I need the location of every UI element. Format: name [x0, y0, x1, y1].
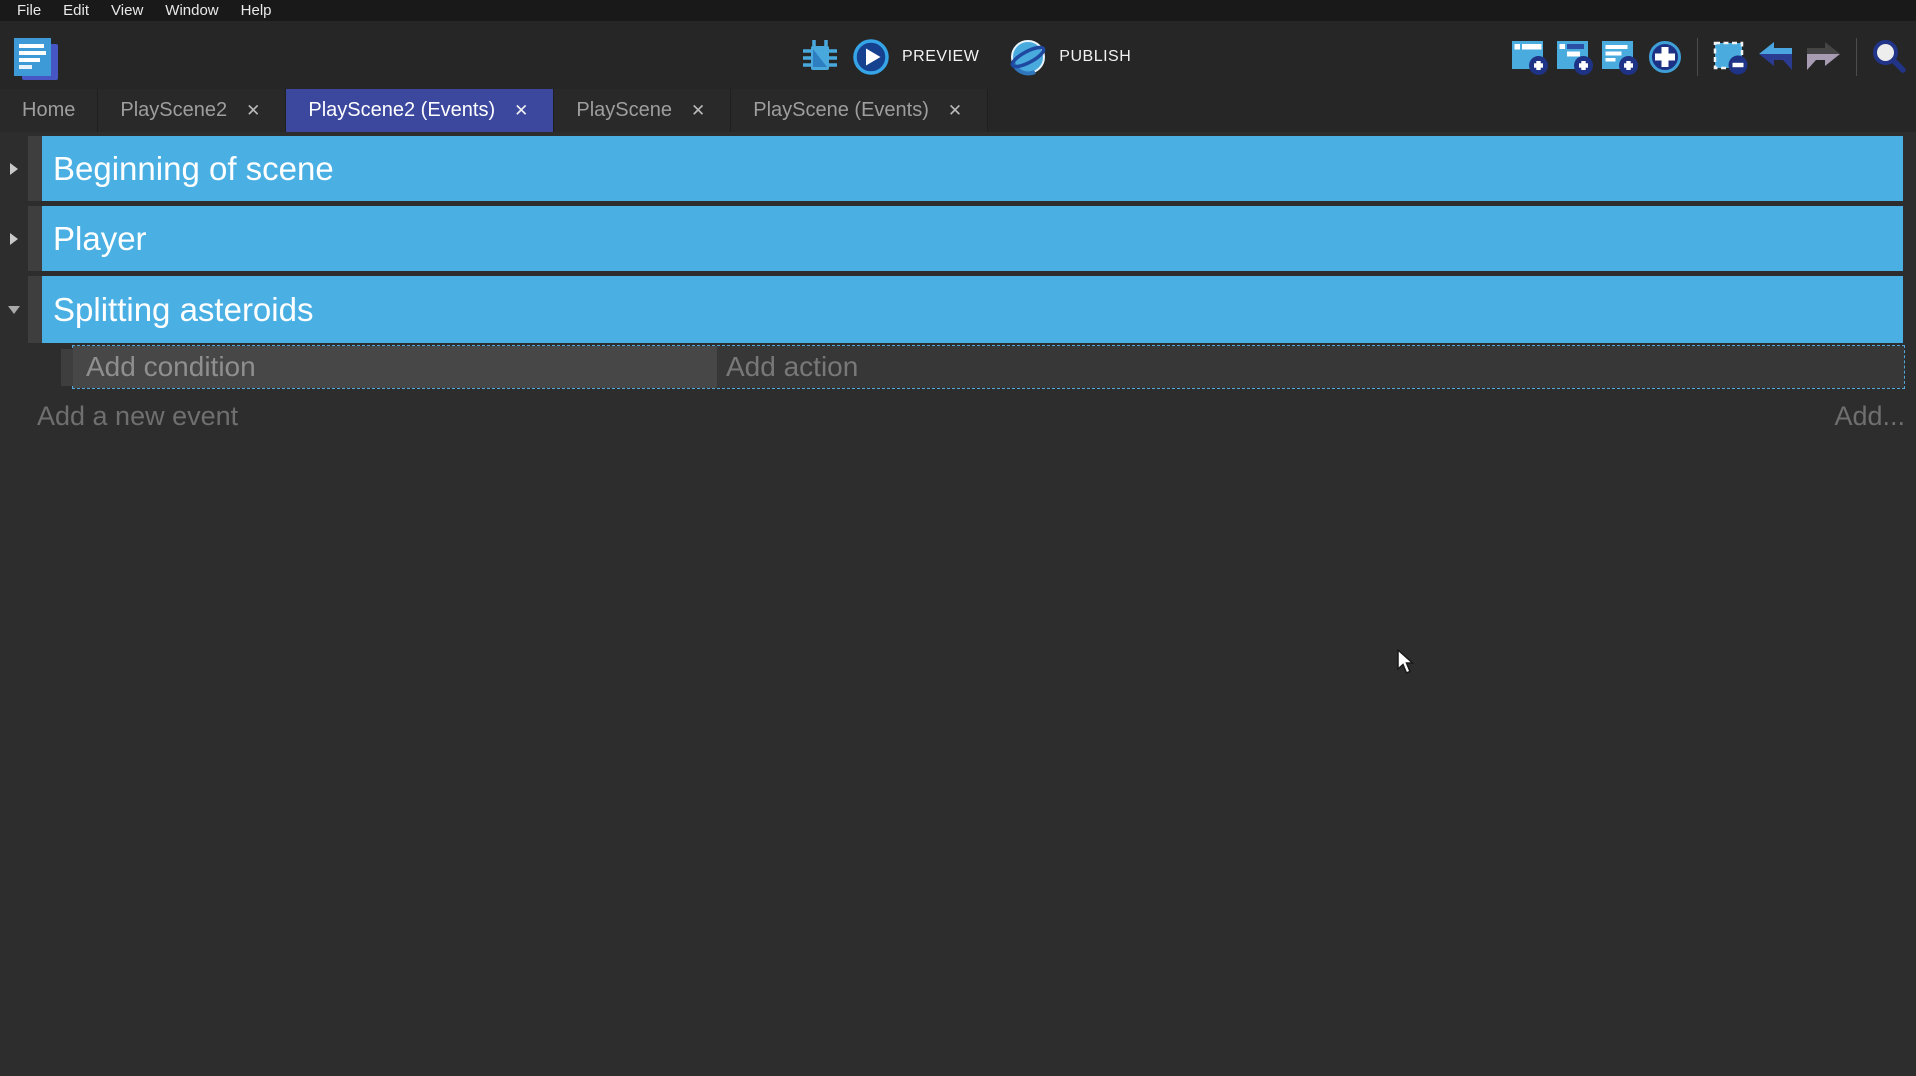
expand-toggle[interactable]: [0, 276, 28, 343]
menu-window[interactable]: Window: [154, 0, 229, 21]
search-button[interactable]: [1870, 38, 1908, 76]
add-event-button[interactable]: [1511, 38, 1549, 76]
close-icon[interactable]: ✕: [688, 100, 708, 121]
search-icon: [1870, 38, 1908, 76]
tab-playscene2[interactable]: PlayScene2 ✕: [98, 89, 286, 132]
main-toolbar: PREVIEW PUBLISH: [0, 21, 1916, 89]
menu-file[interactable]: File: [6, 0, 52, 21]
drag-handle[interactable]: [28, 276, 42, 343]
mouse-cursor: [1397, 649, 1417, 682]
tab-label: PlayScene: [576, 99, 672, 122]
close-icon[interactable]: ✕: [945, 100, 965, 121]
menu-edit[interactable]: Edit: [52, 0, 100, 21]
delete-selection-icon: [1711, 38, 1749, 76]
event-group-row: Splitting asteroids: [0, 276, 1916, 343]
add-condition-label: Add condition: [86, 351, 256, 383]
collapse-toggle[interactable]: [0, 136, 28, 201]
group-title: Beginning of scene: [53, 150, 334, 188]
event-group-title-bar[interactable]: Beginning of scene: [42, 136, 1903, 201]
add-subevent-button[interactable]: [1556, 38, 1594, 76]
debugger-icon: [800, 37, 840, 77]
add-other-event-icon: [1646, 38, 1684, 76]
redo-icon: [1803, 38, 1843, 76]
add-condition-cell[interactable]: Add condition: [73, 346, 717, 388]
add-new-event-row[interactable]: Add a new event Add...: [0, 394, 1916, 438]
event-group-row: Player: [0, 206, 1916, 271]
arrow-right-icon: [10, 233, 18, 245]
debugger-button[interactable]: [800, 37, 840, 77]
toolbar-separator: [1697, 38, 1698, 76]
preview-play-icon: [852, 38, 890, 76]
undo-icon: [1756, 38, 1796, 76]
delete-selection-button[interactable]: [1711, 38, 1749, 76]
editor-tab-bar: Home PlayScene2 ✕ PlayScene2 (Events) ✕ …: [0, 89, 1916, 132]
project-manager-button[interactable]: [12, 36, 60, 82]
cursor-arrow-icon: [1397, 649, 1417, 677]
menu-bar: File Edit View Window Help: [0, 0, 1916, 21]
close-icon[interactable]: ✕: [243, 100, 263, 121]
drag-handle[interactable]: [28, 136, 42, 201]
tab-home[interactable]: Home: [0, 89, 98, 132]
menu-view[interactable]: View: [100, 0, 154, 21]
tab-playscene2-events[interactable]: PlayScene2 (Events) ✕: [286, 89, 554, 132]
tab-label: PlayScene (Events): [753, 99, 929, 122]
add-other-event-button[interactable]: [1646, 38, 1684, 76]
tab-label: PlayScene2: [120, 99, 227, 122]
group-title: Player: [53, 220, 147, 258]
tab-playscene[interactable]: PlayScene ✕: [554, 89, 731, 132]
arrow-right-icon: [10, 163, 18, 175]
gdevelop-window: File Edit View Window Help: [0, 0, 1916, 1076]
add-action-cell[interactable]: Add action: [717, 346, 1904, 388]
drag-handle[interactable]: [61, 349, 73, 386]
project-manager-icon: [12, 36, 60, 82]
undo-button[interactable]: [1756, 38, 1796, 76]
tab-label: Home: [22, 99, 75, 122]
events-sheet: Beginning of scene Player Splitting aste…: [0, 132, 1916, 1076]
arrow-down-icon: [8, 306, 20, 314]
publish-button[interactable]: [1009, 38, 1047, 76]
redo-button[interactable]: [1803, 38, 1843, 76]
add-comment-icon: [1601, 38, 1639, 76]
close-icon[interactable]: ✕: [511, 100, 531, 121]
publish-globe-icon: [1009, 38, 1047, 76]
drag-handle[interactable]: [28, 206, 42, 271]
group-title: Splitting asteroids: [53, 291, 313, 329]
event-group-title-bar[interactable]: Splitting asteroids: [42, 276, 1903, 343]
collapse-toggle[interactable]: [0, 206, 28, 271]
preview-label[interactable]: PREVIEW: [902, 48, 979, 66]
event-group-row: Beginning of scene: [0, 136, 1916, 201]
add-button[interactable]: Add...: [1834, 401, 1905, 432]
publish-label[interactable]: PUBLISH: [1059, 48, 1131, 66]
tab-label: PlayScene2 (Events): [308, 99, 495, 122]
preview-button[interactable]: [852, 38, 890, 76]
menu-help[interactable]: Help: [230, 0, 283, 21]
event-group-title-bar[interactable]: Player: [42, 206, 1903, 271]
tab-playscene-events[interactable]: PlayScene (Events) ✕: [731, 89, 988, 132]
empty-event-row: Add condition Add action: [72, 345, 1905, 389]
add-action-label: Add action: [726, 351, 858, 383]
add-event-icon: [1511, 38, 1549, 76]
add-subevent-icon: [1556, 38, 1594, 76]
add-new-event-label: Add a new event: [37, 401, 238, 432]
add-comment-button[interactable]: [1601, 38, 1639, 76]
toolbar-separator: [1856, 38, 1857, 76]
